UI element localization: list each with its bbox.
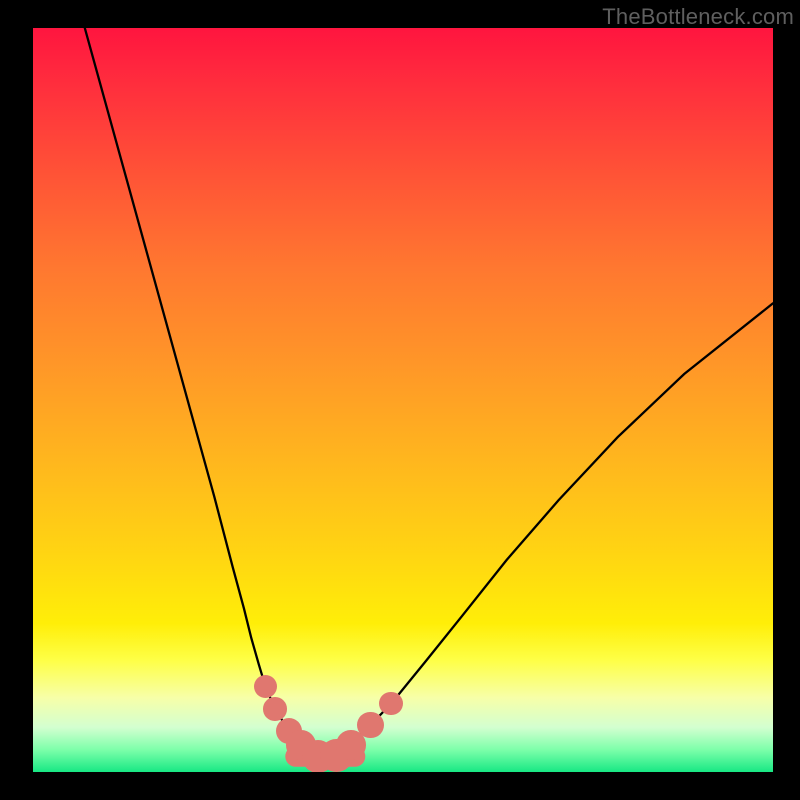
curve-left-branch xyxy=(85,28,318,756)
plot-area xyxy=(33,28,773,772)
curve-right-branch xyxy=(318,303,773,756)
chart-frame: TheBottleneck.com xyxy=(0,0,800,800)
marker-dot xyxy=(357,712,384,739)
bottleneck-curve xyxy=(33,28,773,772)
marker-dot xyxy=(263,697,287,721)
marker-dot xyxy=(379,692,403,716)
watermark-text: TheBottleneck.com xyxy=(602,4,794,30)
